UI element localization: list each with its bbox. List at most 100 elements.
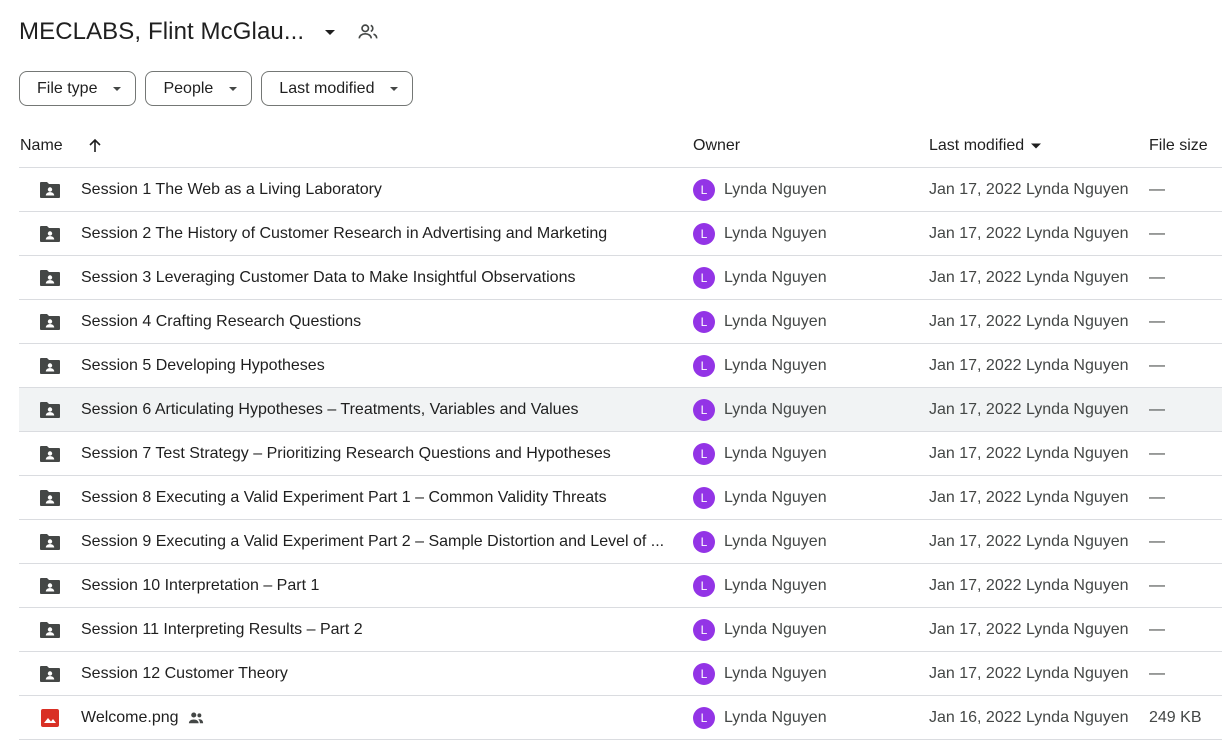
last-modified-cell: Jan 17, 2022 Lynda Nguyen (929, 313, 1129, 330)
last-modified-cell: Jan 17, 2022 Lynda Nguyen (929, 401, 1129, 418)
file-size-cell: — (1149, 225, 1165, 242)
file-name[interactable]: Session 7 Test Strategy – Prioritizing R… (81, 432, 611, 476)
arrow-upward-icon[interactable] (87, 138, 103, 154)
file-row[interactable]: Session 3 Leveraging Customer Data to Ma… (19, 256, 1222, 300)
name-header-label: Name (20, 136, 63, 154)
file-row[interactable]: Session 8 Executing a Valid Experiment P… (19, 476, 1222, 520)
last-modified-cell: Jan 17, 2022 Lynda Nguyen (929, 445, 1129, 462)
file-name[interactable]: Session 1 The Web as a Living Laboratory (81, 168, 382, 212)
avatar: L (693, 443, 715, 465)
owner-cell: L Lynda Nguyen (693, 652, 827, 696)
file-row[interactable]: Session 7 Test Strategy – Prioritizing R… (19, 432, 1222, 476)
shared-people-icon (187, 709, 205, 727)
owner-cell: L Lynda Nguyen (693, 564, 827, 608)
file-name-text: Session 11 Interpreting Results – Part 2 (81, 621, 363, 638)
file-row[interactable]: Session 1 The Web as a Living Laboratory… (19, 168, 1222, 212)
file-name-text: Session 4 Crafting Research Questions (81, 313, 362, 330)
file-name-text: Session 10 Interpretation – Part 1 (81, 577, 320, 594)
last-modified-cell: Jan 17, 2022 Lynda Nguyen (929, 269, 1129, 286)
avatar: L (693, 531, 715, 553)
file-list: Name Owner Last modified File size Sessi… (19, 124, 1222, 740)
file-row[interactable]: Session 6 Articulating Hypotheses – Trea… (19, 388, 1222, 432)
folder-title[interactable]: MECLABS, Flint McGlau... (19, 18, 304, 46)
file-name[interactable]: Session 6 Articulating Hypotheses – Trea… (81, 388, 578, 432)
owner-cell: L Lynda Nguyen (693, 520, 827, 564)
file-size-cell: — (1149, 401, 1165, 418)
arrow-drop-down-icon (111, 83, 123, 95)
file-name-text: Welcome.png (81, 709, 179, 726)
owner-cell: L Lynda Nguyen (693, 696, 827, 740)
file-row[interactable]: Session 4 Crafting Research Questions L Ly… (19, 300, 1222, 344)
file-name-text: Session 9 Executing a Valid Experiment P… (81, 533, 665, 550)
last-modified-filter[interactable]: Last modified (261, 71, 414, 106)
owner-name: Lynda Nguyen (724, 401, 827, 418)
file-name-text: Session 12 Customer Theory (81, 665, 288, 682)
file-name[interactable]: Session 8 Executing a Valid Experiment P… (81, 476, 607, 520)
last-modified-cell: Jan 17, 2022 Lynda Nguyen (929, 577, 1129, 594)
folder-header: MECLABS, Flint McGlau... (19, 14, 380, 50)
arrow-drop-down-icon[interactable] (318, 20, 342, 44)
last-modified-cell: Jan 17, 2022 Lynda Nguyen (929, 181, 1129, 198)
table-header: Name Owner Last modified File size (19, 124, 1222, 168)
shared-folder-icon (39, 267, 61, 289)
file-size-cell: — (1149, 269, 1165, 286)
file-name[interactable]: Session 3 Leveraging Customer Data to Ma… (81, 256, 575, 300)
file-row[interactable]: Session 10 Interpretation – Part 1 L Lynda… (19, 564, 1222, 608)
shared-folder-icon (39, 531, 61, 553)
owner-cell: L Lynda Nguyen (693, 432, 827, 476)
file-row[interactable]: Welcome.png L Lynda Nguyen Jan 16, 2022 Lyn… (19, 696, 1222, 740)
avatar: L (693, 707, 715, 729)
owner-cell: L Lynda Nguyen (693, 300, 827, 344)
file-rows: Session 1 The Web as a Living Laboratory… (19, 168, 1222, 740)
file-size-cell: — (1149, 357, 1165, 374)
file-size-cell: — (1149, 313, 1165, 330)
image-file-icon (39, 707, 61, 729)
owner-name: Lynda Nguyen (724, 269, 827, 286)
file-name[interactable]: Session 10 Interpretation – Part 1 (81, 564, 319, 608)
arrow-drop-down-icon (388, 83, 400, 95)
file-size-cell: — (1149, 621, 1165, 638)
owner-name: Lynda Nguyen (724, 665, 827, 682)
shared-folder-icon (39, 311, 61, 333)
file-name[interactable]: Session 4 Crafting Research Questions (81, 300, 361, 344)
last-modified-cell: Jan 16, 2022 Lynda Nguyen (929, 709, 1129, 726)
file-size-cell: — (1149, 665, 1165, 682)
file-row[interactable]: Session 5 Developing Hypotheses L Lynda Ng… (19, 344, 1222, 388)
avatar: L (693, 311, 715, 333)
file-name[interactable]: Session 5 Developing Hypotheses (81, 344, 325, 388)
shared-folder-icon (39, 663, 61, 685)
owner-cell: L Lynda Nguyen (693, 168, 827, 212)
file-size-cell: — (1149, 489, 1165, 506)
shared-folder-icon (39, 179, 61, 201)
file-row[interactable]: Session 9 Executing a Valid Experiment P… (19, 520, 1222, 564)
owner-name: Lynda Nguyen (724, 533, 827, 550)
file-name-text: Session 3 Leveraging Customer Data to Ma… (81, 269, 576, 286)
owner-cell: L Lynda Nguyen (693, 256, 827, 300)
file-name[interactable]: Session 12 Customer Theory (81, 652, 288, 696)
owner-name: Lynda Nguyen (724, 445, 827, 462)
file-size-cell: — (1149, 445, 1165, 462)
last-modified-column-header[interactable]: Last modified (929, 137, 1042, 155)
file-name[interactable]: Session 9 Executing a Valid Experiment P… (81, 520, 664, 564)
file-size-column-header: File size (1149, 136, 1208, 154)
owner-name: Lynda Nguyen (724, 489, 827, 506)
people-filter[interactable]: People (145, 71, 253, 106)
chip-label: File type (37, 79, 98, 97)
name-column-header[interactable]: Name (20, 137, 103, 155)
file-name-text: Session 1 The Web as a Living Laboratory (81, 181, 382, 198)
last-modified-cell: Jan 17, 2022 Lynda Nguyen (929, 621, 1129, 638)
file-size-cell: 249 KB (1149, 709, 1202, 726)
people-outline-icon[interactable] (356, 20, 380, 44)
file-row[interactable]: Session 12 Customer Theory L Lynda Nguyen J… (19, 652, 1222, 696)
file-name[interactable]: Welcome.png (81, 696, 205, 740)
owner-cell: L Lynda Nguyen (693, 608, 827, 652)
file-row[interactable]: Session 2 The History of Customer Resear… (19, 212, 1222, 256)
file-type-filter[interactable]: File type (19, 71, 137, 106)
file-name-text: Session 8 Executing a Valid Experiment P… (81, 489, 607, 506)
arrow-drop-down-icon (1030, 140, 1042, 152)
avatar: L (693, 487, 715, 509)
file-name[interactable]: Session 11 Interpreting Results – Part 2 (81, 608, 363, 652)
file-name[interactable]: Session 2 The History of Customer Resear… (81, 212, 607, 256)
shared-folder-icon (39, 443, 61, 465)
file-row[interactable]: Session 11 Interpreting Results – Part 2… (19, 608, 1222, 652)
